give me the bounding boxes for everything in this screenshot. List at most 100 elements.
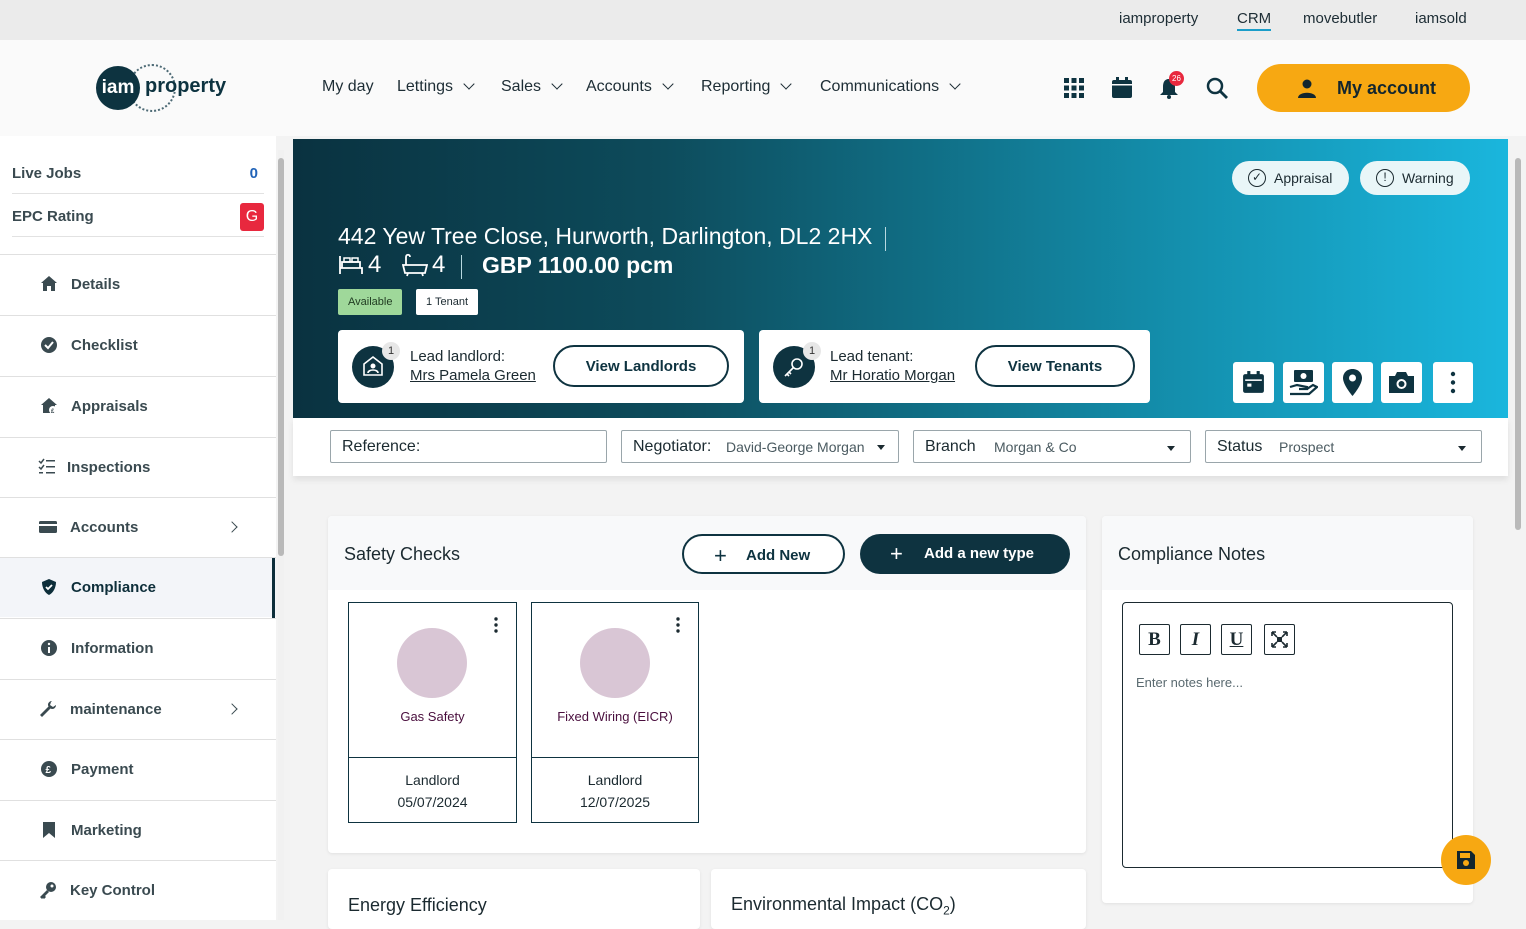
- tile-date: 05/07/2024: [397, 794, 468, 810]
- banner-more-button[interactable]: [1433, 362, 1473, 403]
- safety-check-tile[interactable]: Gas Safety Landlord 05/07/2024: [348, 602, 517, 823]
- tile-name: Gas Safety: [400, 709, 465, 724]
- view-tenants-button[interactable]: View Tenants: [975, 345, 1135, 387]
- sidebar-item-accounts[interactable]: Accounts: [0, 497, 276, 557]
- add-new-button[interactable]: + Add New: [682, 534, 845, 574]
- sidebar-item-appraisals[interactable]: £ Appraisals: [0, 376, 276, 436]
- save-icon: [1457, 851, 1475, 869]
- bold-button[interactable]: B: [1139, 624, 1170, 655]
- nav-lettings[interactable]: Lettings: [397, 78, 475, 96]
- sidebar-item-label: Information: [71, 640, 154, 657]
- sidebar-scrollbar[interactable]: [278, 150, 284, 920]
- status-label: Status: [1217, 438, 1263, 455]
- branch-select[interactable]: Branch Morgan & Co: [913, 430, 1191, 463]
- iamproperty-logo[interactable]: iam property: [96, 64, 231, 112]
- fullscreen-button[interactable]: [1264, 624, 1295, 655]
- my-account-button[interactable]: My account: [1257, 64, 1470, 112]
- more-vertical-icon[interactable]: [676, 617, 680, 633]
- notes-editor[interactable]: B I U Enter notes here...: [1122, 602, 1453, 868]
- compliance-notes-title: Compliance Notes: [1118, 544, 1266, 564]
- appraisal-tag-button[interactable]: ✓ Appraisal: [1232, 161, 1349, 195]
- check-circle-icon: ✓: [1248, 169, 1266, 187]
- nav-reporting[interactable]: Reporting: [701, 78, 793, 96]
- add-new-label: Add New: [746, 547, 811, 564]
- link-iamproperty[interactable]: iamproperty: [1119, 10, 1198, 27]
- list-check-icon: [38, 458, 55, 474]
- italic-button[interactable]: I: [1180, 624, 1211, 655]
- negotiator-label: Negotiator:: [633, 438, 712, 455]
- tile-status-circle: [580, 628, 650, 698]
- notification-badge: 26: [1169, 71, 1184, 86]
- main-scroll-thumb[interactable]: [1515, 158, 1521, 530]
- live-jobs-stat[interactable]: Live Jobs 0: [12, 152, 264, 194]
- property-price: GBP 1100.00 pcm: [482, 252, 674, 278]
- link-movebutler[interactable]: movebutler: [1303, 10, 1377, 27]
- sidebar-item-information[interactable]: Information: [0, 618, 276, 678]
- nav-communications[interactable]: Communications: [820, 78, 961, 96]
- sidebar-item-marketing[interactable]: Marketing: [0, 800, 276, 860]
- chevron-right-icon: [226, 703, 238, 715]
- status-value: Prospect: [1279, 439, 1335, 455]
- sidebar-item-inspections[interactable]: Inspections: [0, 437, 276, 497]
- epc-rating-label: EPC Rating: [12, 208, 94, 225]
- sidebar-item-label: Checklist: [71, 337, 138, 354]
- bookmark-icon: [43, 822, 55, 838]
- plus-icon: +: [890, 541, 903, 566]
- chevron-down-icon: [1458, 446, 1466, 451]
- save-button[interactable]: [1441, 835, 1491, 885]
- banner-calendar-button[interactable]: [1233, 362, 1274, 403]
- environmental-impact-subscript: 2: [943, 903, 950, 918]
- camera-icon: [1389, 372, 1414, 393]
- reference-label: Reference:: [342, 438, 421, 455]
- sidebar-item-compliance[interactable]: Compliance: [0, 557, 276, 618]
- property-filters: Reference: Negotiator: David-George Morg…: [293, 418, 1508, 476]
- negotiator-value: David-George Morgan: [726, 439, 865, 455]
- link-iamsold[interactable]: iamsold: [1415, 10, 1467, 27]
- underline-button[interactable]: U: [1221, 624, 1252, 655]
- search-icon[interactable]: [1205, 76, 1229, 100]
- product-switcher: iamproperty CRM movebutler iamsold: [0, 0, 1526, 40]
- add-type-button[interactable]: + Add a new type: [860, 534, 1070, 574]
- plus-icon: +: [714, 543, 727, 568]
- property-address: 442 Yew Tree Close, Hurworth, Darlington…: [338, 223, 873, 249]
- apps-grid-icon[interactable]: [1062, 76, 1086, 100]
- banner-camera-button[interactable]: [1381, 362, 1422, 403]
- status-select[interactable]: Status Prospect: [1205, 430, 1482, 463]
- warning-tag-button[interactable]: ! Warning: [1360, 161, 1470, 195]
- warning-tag-label: Warning: [1402, 170, 1454, 186]
- banner-map-button[interactable]: [1332, 362, 1373, 403]
- sidebar-item-checklist[interactable]: Checklist: [0, 315, 276, 375]
- epc-rating-badge: G: [240, 203, 264, 231]
- banner-money-button[interactable]: [1283, 362, 1324, 403]
- sidebar-item-details[interactable]: Details: [0, 254, 276, 314]
- sidebar-item-label: Accounts: [70, 519, 139, 536]
- reference-field[interactable]: Reference:: [330, 430, 607, 463]
- calendar-icon[interactable]: [1110, 76, 1134, 100]
- nav-communications-label: Communications: [820, 78, 940, 95]
- tile-divider: [349, 757, 516, 758]
- lead-landlord-link[interactable]: Mrs Pamela Green: [410, 367, 536, 384]
- main-scrollbar[interactable]: [1513, 140, 1523, 920]
- sidebar-scroll-thumb[interactable]: [278, 158, 284, 556]
- link-crm[interactable]: CRM: [1237, 10, 1272, 31]
- lead-tenant-link[interactable]: Mr Horatio Morgan: [830, 367, 955, 384]
- negotiator-select[interactable]: Negotiator: David-George Morgan: [621, 430, 899, 463]
- tenant-count-badge-small: 1: [803, 342, 821, 360]
- sidebar-item-payment[interactable]: £ Payment: [0, 739, 276, 799]
- nav-my-day[interactable]: My day: [322, 78, 374, 96]
- address-divider: [885, 227, 886, 251]
- svg-text:£: £: [46, 765, 52, 776]
- nav-accounts[interactable]: Accounts: [586, 78, 674, 96]
- lead-landlord-card: 1 Lead landlord: Mrs Pamela Green View L…: [338, 330, 744, 403]
- home-icon: [41, 276, 57, 291]
- sidebar-item-key-control[interactable]: Key Control: [0, 860, 276, 920]
- environmental-impact-title: Environmental Impact (CO2): [731, 894, 956, 918]
- lead-tenant-card: 1 Lead tenant: Mr Horatio Morgan View Te…: [759, 330, 1150, 403]
- view-landlords-button[interactable]: View Landlords: [553, 345, 729, 387]
- sidebar-item-maintenance[interactable]: maintenance: [0, 679, 276, 739]
- safety-check-tile[interactable]: Fixed Wiring (EICR) Landlord 12/07/2025: [531, 602, 699, 823]
- nav-sales[interactable]: Sales: [501, 78, 563, 96]
- more-vertical-icon[interactable]: [494, 617, 498, 633]
- epc-rating-stat[interactable]: EPC Rating G: [12, 195, 264, 237]
- expand-icon: [1271, 631, 1288, 648]
